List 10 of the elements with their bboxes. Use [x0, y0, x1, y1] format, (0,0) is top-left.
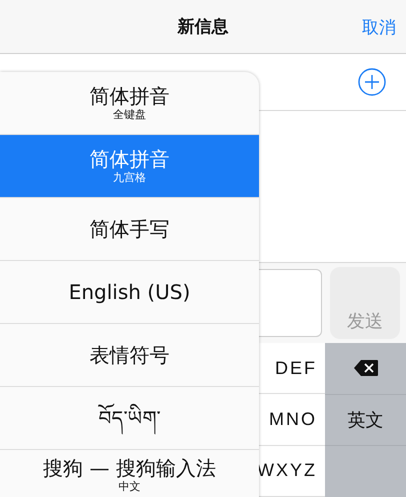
menu-item[interactable]: English (US) — [0, 261, 259, 324]
window-title: 新信息 — [178, 16, 228, 38]
menu-item[interactable]: 表情符号 — [0, 324, 259, 387]
backspace-icon — [352, 359, 378, 378]
menu-item[interactable]: 搜狗 — 搜狗输入法 中文 — [0, 450, 259, 497]
menu-item[interactable]: 简体手写 — [0, 198, 259, 261]
menu-item[interactable]: 简体拼音 九宫格 — [0, 135, 259, 198]
cancel-link[interactable]: 取消 — [362, 16, 396, 39]
add-contact-icon[interactable] — [358, 68, 386, 96]
menu-item[interactable]: བོད་ཡིག་ — [0, 387, 259, 450]
